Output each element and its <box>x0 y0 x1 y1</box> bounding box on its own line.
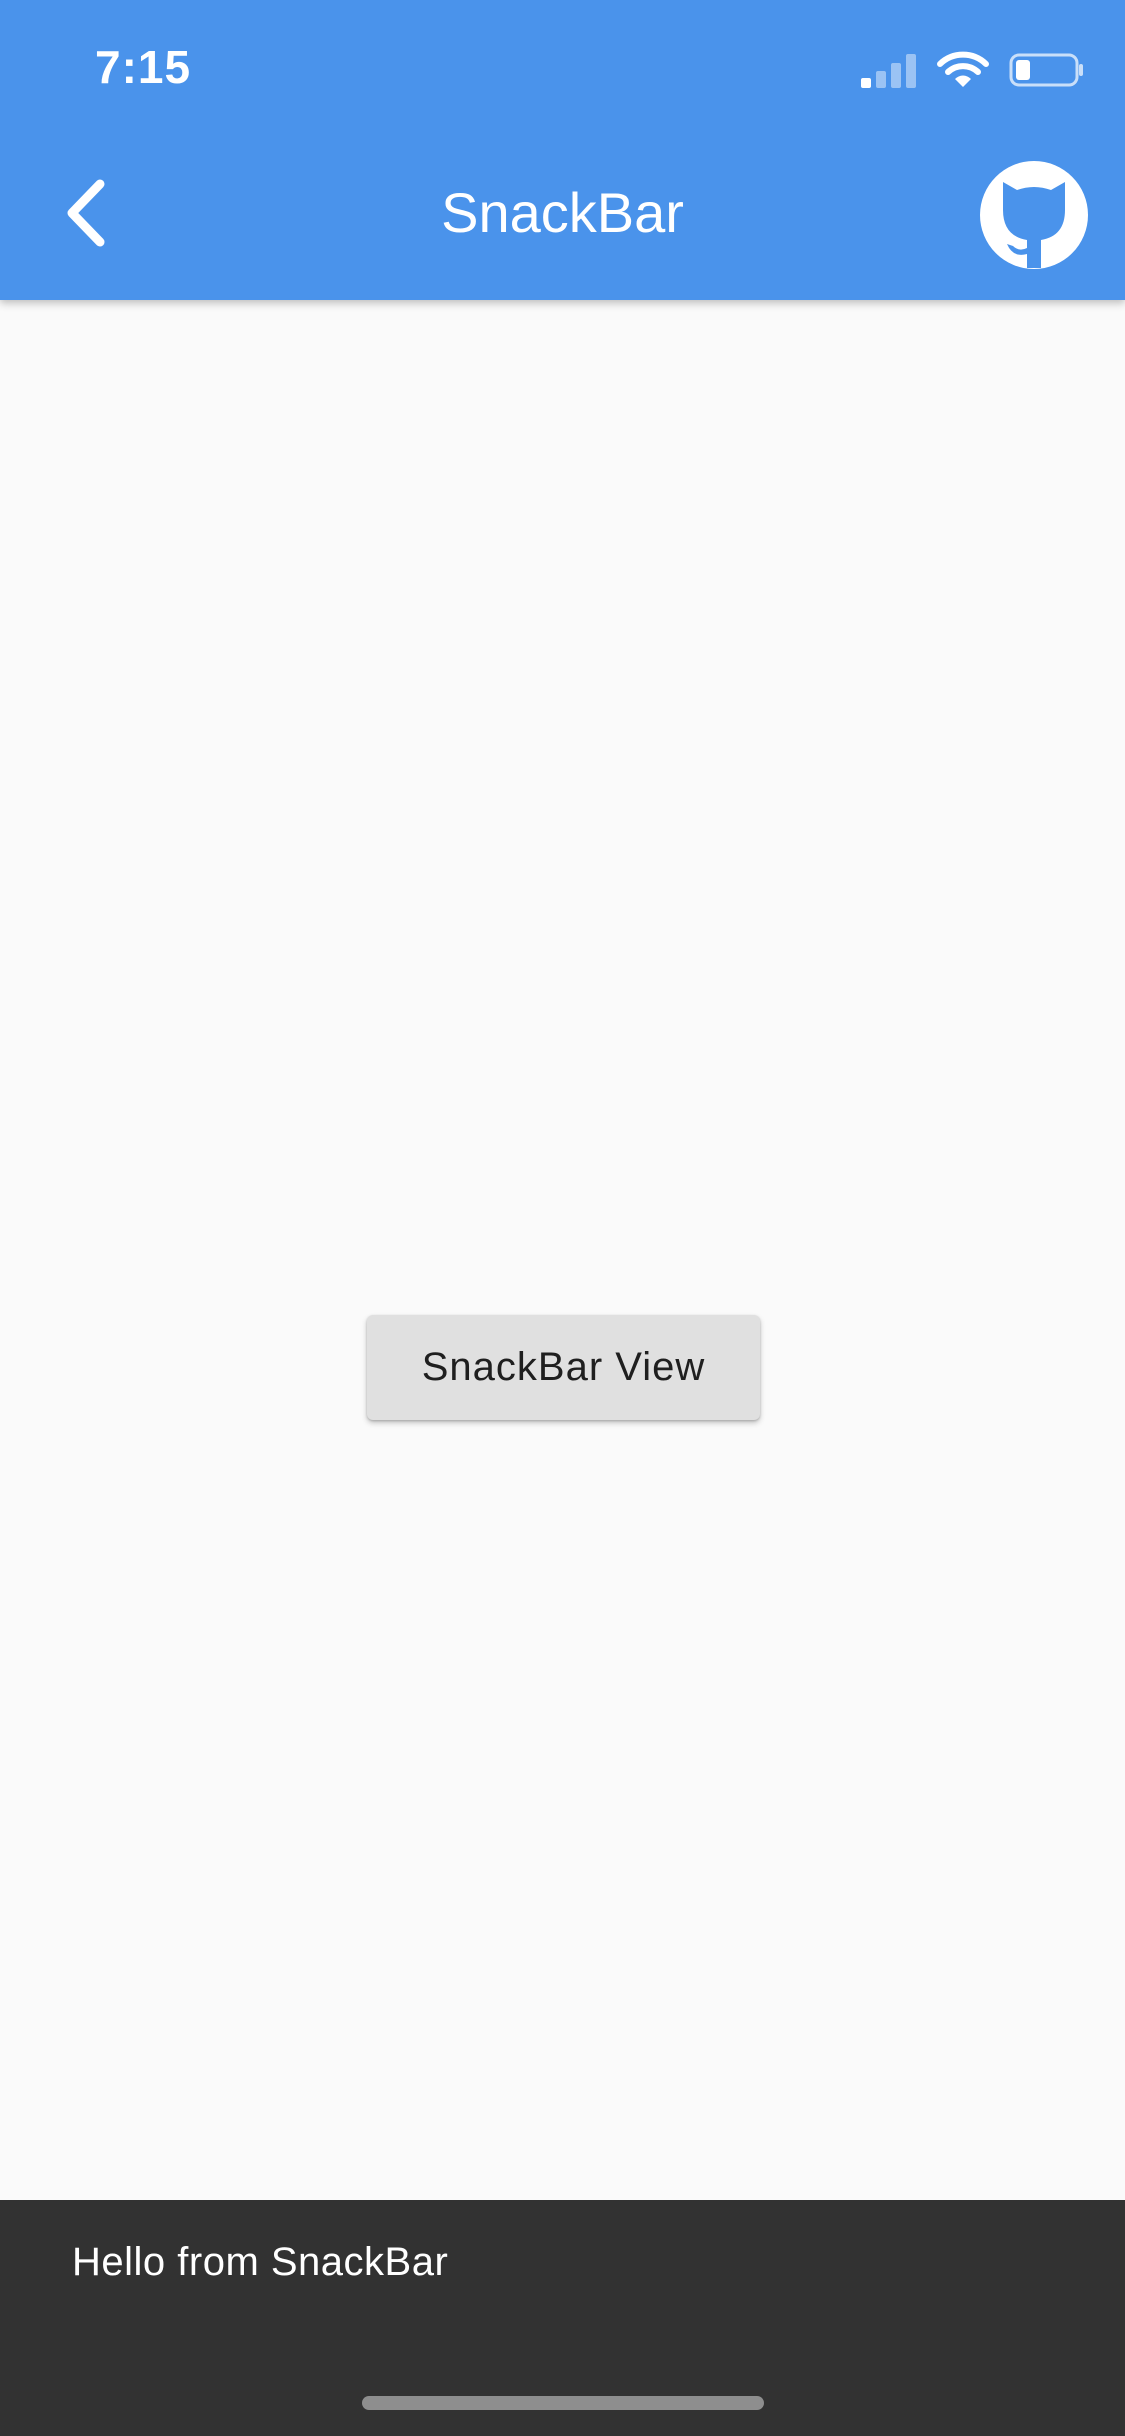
main-content <box>0 300 1125 2200</box>
battery-icon <box>1009 50 1085 90</box>
snackbar-view-button[interactable]: SnackBar View <box>367 1315 760 1420</box>
page-title: SnackBar <box>441 181 684 244</box>
github-icon <box>979 161 1089 274</box>
github-button[interactable] <box>979 160 1089 270</box>
status-time: 7:15 <box>95 41 192 93</box>
wifi-icon <box>937 50 989 90</box>
snackbar-message: Hello from SnackBar <box>72 2240 449 2284</box>
home-indicator[interactable] <box>362 2396 764 2410</box>
status-icons <box>859 50 1085 90</box>
cellular-signal-icon <box>859 50 919 90</box>
app-bar: 7:15 SnackBar <box>0 0 1125 300</box>
